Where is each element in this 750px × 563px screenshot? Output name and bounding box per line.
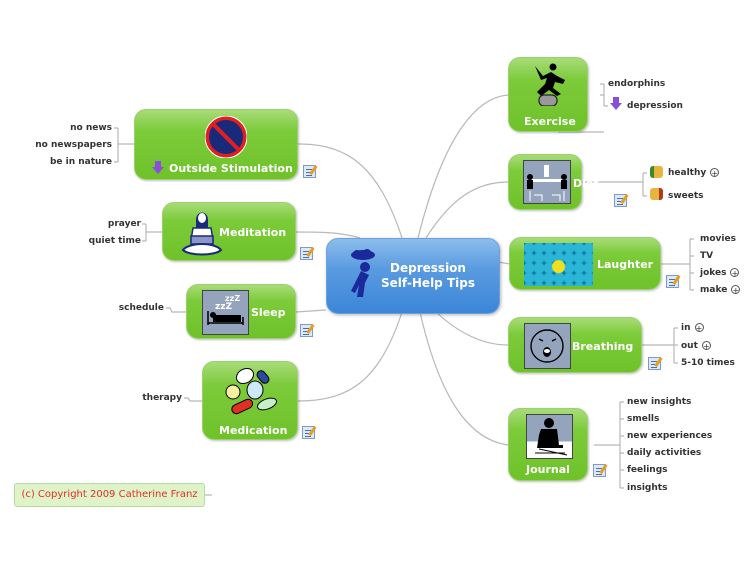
leaf-depression[interactable]: depression — [627, 101, 683, 111]
expand-icon[interactable]: + — [730, 268, 740, 278]
note-icon[interactable] — [648, 357, 663, 370]
note-icon[interactable] — [666, 275, 681, 288]
leaf-feelings[interactable]: feelings — [627, 465, 668, 475]
leaf-therapy[interactable]: therapy — [142, 393, 182, 403]
breathing-face-icon — [524, 323, 571, 369]
down-arrow-icon — [610, 97, 622, 110]
central-title-line2: Self-Help Tips — [381, 276, 475, 290]
central-title-line1: Depression — [390, 261, 466, 275]
expand-icon[interactable]: + — [731, 285, 741, 295]
leaf-smells[interactable]: smells — [627, 414, 659, 424]
writing-person-icon — [526, 414, 573, 459]
jumping-person-icon — [535, 63, 565, 106]
no-entry-sign-icon — [205, 116, 247, 158]
topic-meditation[interactable]: Meditation — [162, 202, 296, 261]
topic-label: Medication — [219, 424, 288, 437]
leaf-schedule[interactable]: schedule — [119, 303, 164, 313]
connector-breathing — [435, 311, 509, 346]
note-icon[interactable] — [614, 194, 629, 207]
note-icon[interactable] — [302, 426, 317, 439]
topic-breathing[interactable]: Breathing — [508, 317, 642, 373]
connector-sleep — [295, 309, 327, 313]
leaf-sweets[interactable]: sweets — [668, 191, 704, 201]
topic-label: Journal — [526, 463, 570, 476]
topic-laughter[interactable]: Laughter — [509, 237, 661, 290]
leaf-out[interactable]: out + — [681, 341, 711, 351]
topic-exercise[interactable]: Exercise — [508, 57, 588, 132]
svg-text:zzZ: zzZ — [225, 294, 240, 303]
topic-label: Exercise — [524, 115, 576, 128]
leaf-prayer[interactable]: prayer — [108, 219, 141, 229]
leaf-be-in-nature[interactable]: be in nature — [50, 157, 112, 167]
leaf-new-insights[interactable]: new insights — [627, 397, 691, 407]
leaf-jokes[interactable]: jokes + — [700, 268, 740, 278]
topic-label: Outside Stimulation — [169, 162, 293, 175]
leaf-tv[interactable]: TV — [700, 251, 713, 261]
topic-sleep[interactable]: zzZ zzZ Sleep — [186, 284, 296, 339]
topic-label: Diet — [573, 177, 599, 190]
topic-journal[interactable]: Journal — [508, 408, 588, 481]
topic-outside-stimulation[interactable]: Outside Stimulation — [134, 109, 298, 180]
leaf-in[interactable]: in + — [681, 323, 704, 333]
note-icon[interactable] — [303, 165, 318, 178]
leaf-no-newspapers[interactable]: no newspapers — [35, 140, 112, 150]
topic-medication[interactable]: Medication — [202, 361, 298, 440]
leaf-make[interactable]: make + — [700, 285, 741, 295]
leaf-endorphins[interactable]: endorphins — [608, 79, 665, 89]
leaf-quiet-time[interactable]: quiet time — [89, 236, 141, 246]
expand-icon[interactable]: + — [694, 323, 704, 333]
thumbs-up-icon — [650, 166, 663, 178]
note-icon[interactable] — [300, 324, 315, 337]
connector-exercise — [417, 94, 509, 239]
bed-zzz-icon: zzZ zzZ — [202, 290, 249, 335]
svg-text:zzZ: zzZ — [215, 302, 232, 312]
connector-outside — [297, 143, 403, 239]
leaf-5-10-times[interactable]: 5-10 times — [681, 358, 735, 368]
leaf-movies[interactable]: movies — [700, 234, 736, 244]
thumbs-down-icon — [650, 188, 663, 200]
leaf-no-news[interactable]: no news — [70, 123, 112, 133]
pills-icon — [225, 367, 278, 415]
leaf-daily-activities[interactable]: daily activities — [627, 448, 701, 458]
topic-label: Breathing — [572, 340, 634, 353]
topic-diet[interactable]: Diet — [508, 154, 599, 210]
copyright-note: (c) Copyright 2009 Catherine Franz — [14, 483, 205, 507]
expand-icon[interactable]: + — [710, 168, 720, 178]
leaf-healthy[interactable]: healthy + — [668, 168, 720, 178]
down-arrow-icon — [152, 161, 164, 174]
topic-label: Laughter — [597, 258, 654, 271]
expand-icon[interactable]: + — [701, 341, 711, 351]
topic-label: Sleep — [251, 306, 286, 319]
note-icon[interactable] — [593, 464, 608, 477]
dining-table-icon — [523, 160, 571, 204]
note-icon[interactable] — [300, 247, 315, 260]
connector-diet — [425, 181, 509, 239]
leaf-insights[interactable]: insights — [627, 483, 667, 493]
topic-label: Meditation — [219, 226, 287, 239]
smiley-crowd-icon — [524, 243, 593, 286]
connector-journal — [419, 311, 509, 446]
leaf-new-experiences[interactable]: new experiences — [627, 431, 712, 441]
meditating-woman-icon — [181, 212, 223, 256]
central-topic[interactable]: Depression Self-Help Tips — [326, 238, 500, 314]
